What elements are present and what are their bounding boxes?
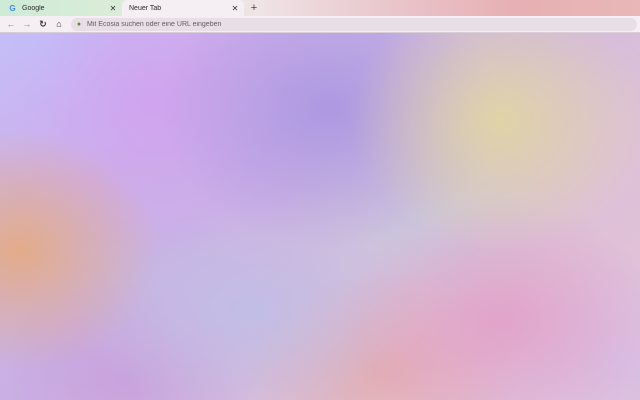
tab-google[interactable]: G Google ✕ [0, 0, 122, 16]
tab-new-tab[interactable]: Neuer Tab ✕ [122, 0, 244, 16]
home-button[interactable]: ⌂ [53, 18, 65, 30]
new-tab-button[interactable]: + [248, 2, 260, 14]
new-tab-background [0, 0, 640, 400]
ecosia-icon: ● [76, 21, 82, 28]
tab-strip: G Google ✕ Neuer Tab ✕ + [0, 0, 640, 16]
close-icon[interactable]: ✕ [108, 3, 118, 13]
back-button[interactable]: ← [5, 18, 17, 30]
address-input[interactable] [87, 19, 627, 30]
address-bar[interactable]: ● [71, 18, 637, 31]
google-g-icon: G [9, 3, 16, 13]
close-icon[interactable]: ✕ [230, 3, 240, 13]
tab-label: Google [22, 4, 45, 12]
reload-button[interactable]: ↻ [37, 18, 49, 30]
browser-window: G Google ✕ Neuer Tab ✕ + ← → ↻ ⌂ ● [0, 0, 640, 400]
browser-toolbar: ← → ↻ ⌂ ● [0, 16, 640, 33]
forward-button[interactable]: → [21, 18, 33, 30]
tab-label: Neuer Tab [129, 4, 162, 12]
